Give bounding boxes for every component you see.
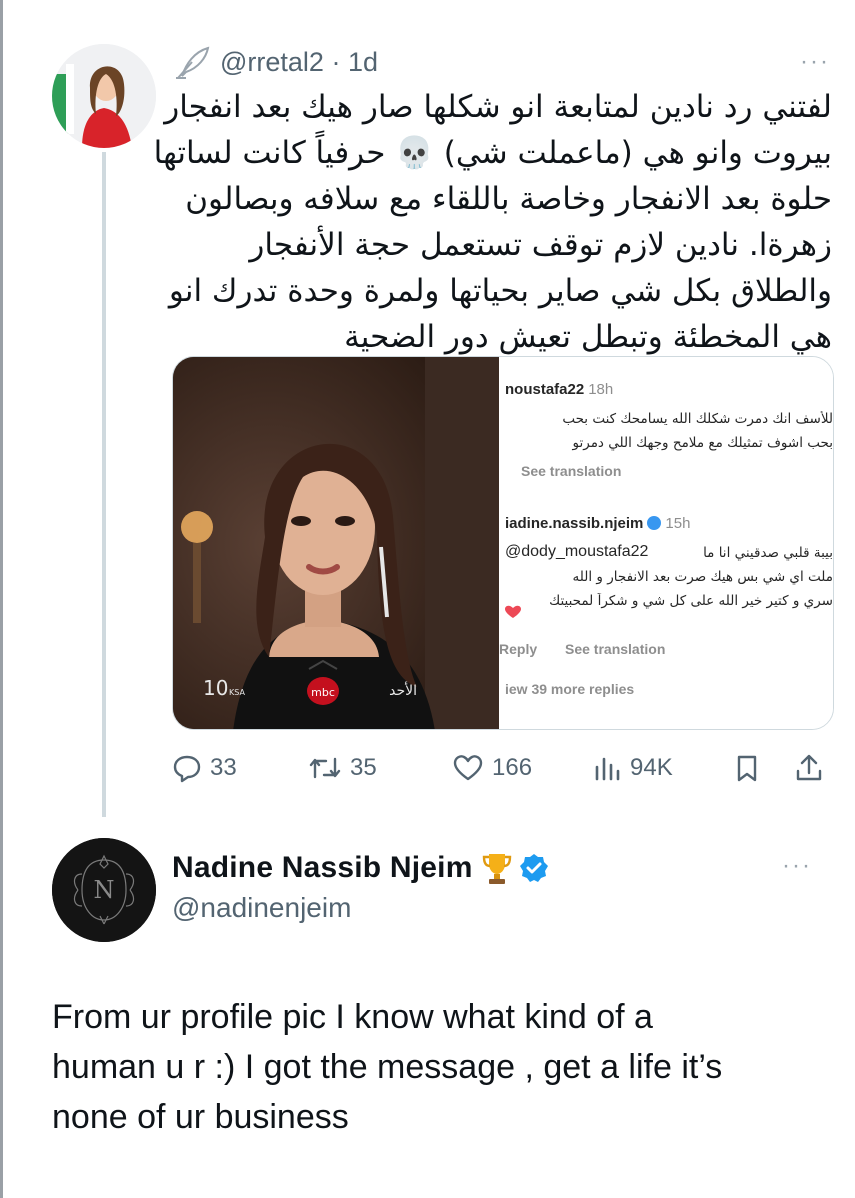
feather-icon [172,44,212,80]
reply-icon [173,755,201,783]
share-icon [796,754,822,781]
window-left-border [0,0,3,1198]
verified-badge-icon [647,516,662,530]
reply-tweet-text: From ur profile pic I know what kind of … [52,992,812,1142]
retweet-count: 35 [350,754,377,781]
views-icon [595,757,620,781]
bookmark-button[interactable] [732,748,770,788]
comment-text: بيبة قلبي صدقيني انا ما [703,545,833,561]
tweet-text-line: لفتني رد نادين لمتابعة انو شكلها صار هيك… [164,89,832,125]
photo-caption-day: الأحد [389,681,417,699]
reply-button[interactable]: 33 [172,748,237,788]
comment-text: ملت اي شي بس هيك صرت بعد الانفجار و الله [572,569,833,585]
see-translation-link: See translation [521,463,622,479]
retweet-button[interactable]: 35 [308,748,377,788]
red-heart-icon [505,605,521,618]
reply-link: Reply [499,641,538,657]
like-count: 166 [492,754,533,781]
channel-logo-text: mbc [311,686,335,699]
comment-mention: @dody_moustafa22 [505,543,649,560]
views-count: 94K [630,754,673,781]
reply-text-line: From ur profile pic I know what kind of … [52,998,653,1036]
author-avatar[interactable] [52,44,156,148]
photo-caption-ksa: KSA [229,688,245,697]
trophy-icon [482,854,511,884]
photo-caption-number: 10 [203,676,228,700]
reply-text-line: human u r :) I got the message , get a l… [52,1048,723,1086]
avatar-monogram: N [94,876,115,904]
comment-username: noustafa22 18h [505,381,614,398]
reply-more-icon[interactable]: ··· [782,852,812,880]
more-icon[interactable]: ··· [800,48,830,76]
view-more-replies-link: iew 39 more replies [505,681,635,697]
share-button[interactable] [794,748,832,788]
tweet-text-line: بيروت وانو هي (ماعملت شي) 💀 حرفياً كانت … [153,135,832,171]
thread-connector-line [102,152,106,817]
reply-author-name-row[interactable]: Nadine Nassib Njeim [172,846,549,890]
media-comment-screenshot: noustafa22 18h للأسف انك دمرت شكلك الله ي… [499,357,833,729]
reply-author-name[interactable]: Nadine Nassib Njeim [172,851,473,885]
tweet-text-line: هي المخطئة وتبطل تعيش دور الضحية [344,319,832,355]
tweet-text-line: والطلاق بكل شي صاير بحياتها ولمرة وحدة ت… [168,273,832,309]
views-button[interactable]: 94K [592,748,673,788]
like-button[interactable]: 166 [452,748,532,788]
tweet-text-line: زهرةا. نادين لازم توقف تستعمل حجة الأنفج… [249,227,832,263]
reply-text-line: none of ur business [52,1098,349,1136]
comment-text: بحب اشوف تمثيلك مع ملامح وجهك اللي دمرتو [572,435,833,451]
like-icon [453,755,483,781]
tweet-text: لفتني رد نادين لمتابعة انو شكلها صار هيك… [153,84,832,360]
tweet-text-line: حلوة بعد الانفجار وخاصة باللقاء مع سلافه… [185,181,832,217]
tweet-actions-bar: 33 35 166 94K [172,748,832,788]
comment-username: iadine.nassib.njeim 15h [505,515,691,532]
see-translation-link: See translation [565,641,666,657]
retweet-icon [309,757,341,779]
tweet-header: @rretal2 · 1d ··· [172,44,832,80]
comment-text: للأسف انك دمرت شكلك الله يسامحك كنت بحب [562,411,833,427]
bookmark-icon [737,755,757,782]
comment-text: سري و كتير خير الله على كل شي و شكراً لم… [549,593,833,609]
tweet-media[interactable]: mbc 10 KSA الأحد noustafa22 18h للأسف انك… [172,356,834,730]
verified-badge-icon [519,854,548,882]
reply-author-avatar[interactable]: N [52,838,156,942]
author-handle[interactable]: @rretal2 · 1d [220,47,378,78]
media-photo[interactable]: mbc 10 KSA الأحد [173,357,499,729]
reply-count: 33 [210,754,237,781]
reply-author-handle[interactable]: @nadinenjeim [172,892,351,924]
